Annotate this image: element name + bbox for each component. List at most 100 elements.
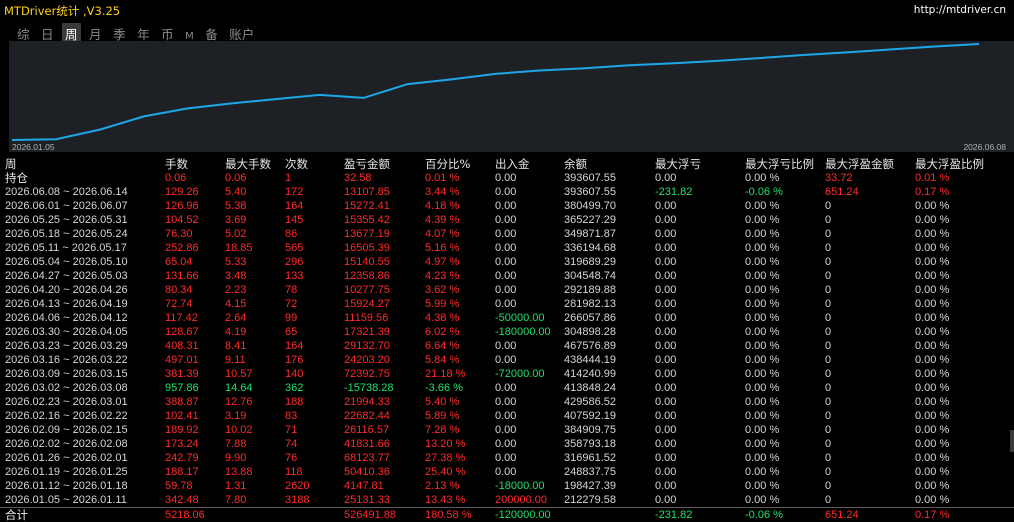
website-link[interactable]: http://mtdriver.cn <box>914 4 1006 16</box>
header-max-floating-loss: 最大浮亏 <box>655 157 701 171</box>
cell-max-lots: 5.38 <box>225 200 247 212</box>
cell-max-lots: 1.31 <box>225 480 247 492</box>
cell-max-floating-profit-pct: 0.00 % <box>915 354 950 366</box>
header-profit: 盈亏金额 <box>344 157 390 171</box>
cell-max-lots: 13.88 <box>225 466 253 478</box>
equity-chart-svg <box>11 43 980 141</box>
cell-max-floating-loss: 0.00 <box>655 270 677 282</box>
cell-max-floating-profit-pct: 0.00 % <box>915 284 950 296</box>
cell-max-floating-profit: 0 <box>825 480 832 492</box>
cell-profit: 15140.55 <box>344 256 390 268</box>
cell-max-floating-profit: 0 <box>825 270 832 282</box>
cell-balance: 429586.52 <box>564 396 616 408</box>
cell-max-floating-profit: 0 <box>825 200 832 212</box>
cell-trades: 65 <box>285 326 298 338</box>
cell-max-floating-loss-pct: 0.00 % <box>745 424 780 436</box>
cell-trades: 71 <box>285 424 298 436</box>
cell-max-lots: 8.41 <box>225 340 247 352</box>
header-max-lots: 最大手数 <box>225 157 271 171</box>
table-row: 2026.06.08 ~ 2026.06.14 129.26 5.40 172 1310… <box>0 185 1014 199</box>
cell-max-lots: 14.64 <box>225 382 253 394</box>
cell-percent: 4.39 % <box>425 214 460 226</box>
table-row: 2026.01.05 ~ 2026.01.11 342.48 7.80 3188 251… <box>0 493 1014 507</box>
cell-max-lots: 9.90 <box>225 452 247 464</box>
cell-period: 2026.04.20 ~ 2026.04.26 <box>5 284 128 296</box>
header-period: 周 <box>5 157 17 171</box>
cell-max-floating-profit-pct: 0.00 % <box>915 494 950 506</box>
cell-trades: 72 <box>285 298 298 310</box>
table-row: 2026.01.26 ~ 2026.02.01 242.79 9.90 76 68123… <box>0 451 1014 465</box>
cell-lots: 76.30 <box>165 228 193 240</box>
cell-balance: 304548.74 <box>564 270 616 282</box>
cell-deposit-withdraw: 0.00 <box>495 228 517 240</box>
cell-balance: 358793.18 <box>564 438 616 450</box>
cell-max-floating-profit: 0 <box>825 242 832 254</box>
table-row: 2026.03.02 ~ 2026.03.08 957.86 14.64 362 -15… <box>0 381 1014 395</box>
header-balance: 余额 <box>564 157 587 171</box>
cell-max-floating-loss-pct: 0.00 % <box>745 312 780 324</box>
cell-max-floating-profit-pct: 0.00 % <box>915 382 950 394</box>
equity-chart <box>9 41 1014 152</box>
cell-max-lots: 7.88 <box>225 438 247 450</box>
cell-percent: 4.07 % <box>425 228 460 240</box>
cell-max-floating-loss: 0.00 <box>655 424 677 436</box>
cell-max-floating-loss: 0.00 <box>655 242 677 254</box>
cell-max-floating-profit: 0 <box>825 326 832 338</box>
table-row: 2026.02.23 ~ 2026.03.01 388.87 12.76 188 219… <box>0 395 1014 409</box>
cell-max-floating-profit: 651.24 <box>825 186 859 198</box>
cell-period: 2026.03.30 ~ 2026.04.05 <box>5 326 128 338</box>
cell-max-floating-loss-pct: 0.00 % <box>745 354 780 366</box>
cell-max-lots: 7.80 <box>225 494 247 506</box>
cell-max-floating-loss-pct: 0.00 % <box>745 326 780 338</box>
cell-period: 2026.05.04 ~ 2026.05.10 <box>5 256 128 268</box>
table-row: 2026.02.09 ~ 2026.02.15 189.92 10.02 71 2611… <box>0 423 1014 437</box>
table-row: 2026.03.23 ~ 2026.03.29 408.31 8.41 164 2913… <box>0 339 1014 353</box>
cell-percent: 13.43 % <box>425 494 466 506</box>
equity-line <box>11 43 980 141</box>
cell-balance: 365227.29 <box>564 214 616 226</box>
scrollbar-handle[interactable] <box>1010 430 1014 452</box>
table-row: 2026.01.19 ~ 2026.01.25 188.17 13.88 118 504… <box>0 465 1014 479</box>
app-title: MTDriver统计 ,V3.25 <box>4 4 121 18</box>
cell-profit: 16505.39 <box>344 242 390 254</box>
cell-trades: 2620 <box>285 480 310 492</box>
table-row: 2026.04.27 ~ 2026.05.03 131.66 3.48 133 1235… <box>0 269 1014 283</box>
cell-profit: 17321.39 <box>344 326 390 338</box>
cell-max-floating-profit: 33.72 <box>825 172 853 184</box>
cell-max-floating-loss: 0.00 <box>655 284 677 296</box>
cell-lots: 59.78 <box>165 480 193 492</box>
cell-period: 2026.04.06 ~ 2026.04.12 <box>5 312 128 324</box>
cell-max-floating-loss: 0.00 <box>655 200 677 212</box>
cell-max-lots: 3.69 <box>225 214 247 226</box>
table-row: 2026.05.04 ~ 2026.05.10 65.04 5.33 296 15140… <box>0 255 1014 269</box>
cell-deposit-withdraw: 0.00 <box>495 354 517 366</box>
cell-balance: 248837.75 <box>564 466 616 478</box>
cell-max-floating-profit-pct: 0.00 % <box>915 368 950 380</box>
cell-max-floating-profit-pct: 0.00 % <box>915 214 950 226</box>
cell-profit: 26116.57 <box>344 424 390 436</box>
table-row: 2026.04.13 ~ 2026.04.19 72.74 4.15 72 15924.… <box>0 297 1014 311</box>
holding-row: 持仓 0.06 0.06 1 32.58 0.01 % 0.00 393607.55 0.00 0… <box>0 171 1014 185</box>
cell-max-floating-loss: 0.00 <box>655 438 677 450</box>
cell-profit: 11159.56 <box>344 312 389 324</box>
cell-trades: 565 <box>285 242 304 254</box>
cell-balance: 438444.19 <box>564 354 616 366</box>
cell-period: 2026.05.25 ~ 2026.05.31 <box>5 214 128 226</box>
cell-deposit-withdraw: -50000.00 <box>495 312 545 324</box>
cell-max-floating-loss: 0.00 <box>655 494 677 506</box>
cell-period: 2026.03.23 ~ 2026.03.29 <box>5 340 128 352</box>
cell-max-floating-profit: 0 <box>825 452 832 464</box>
cell-deposit-withdraw: 0.00 <box>495 466 517 478</box>
cell-profit: 68123.77 <box>344 452 390 464</box>
cell-max-floating-profit-pct: 0.00 % <box>915 480 950 492</box>
chart-end-date: 2026.06.08 <box>963 142 1006 152</box>
cell-trades: 76 <box>285 452 298 464</box>
cell-percent: 13.20 % <box>425 438 466 450</box>
cell-max-floating-loss: 0.00 <box>655 368 677 380</box>
cell-percent: 0.01 % <box>425 172 460 184</box>
cell-lots: 72.74 <box>165 298 193 310</box>
cell-balance: 384909.75 <box>564 424 616 436</box>
cell-balance: 349871.87 <box>564 228 616 240</box>
cell-balance: 413848.24 <box>564 382 616 394</box>
cell-lots: 189.92 <box>165 424 199 436</box>
